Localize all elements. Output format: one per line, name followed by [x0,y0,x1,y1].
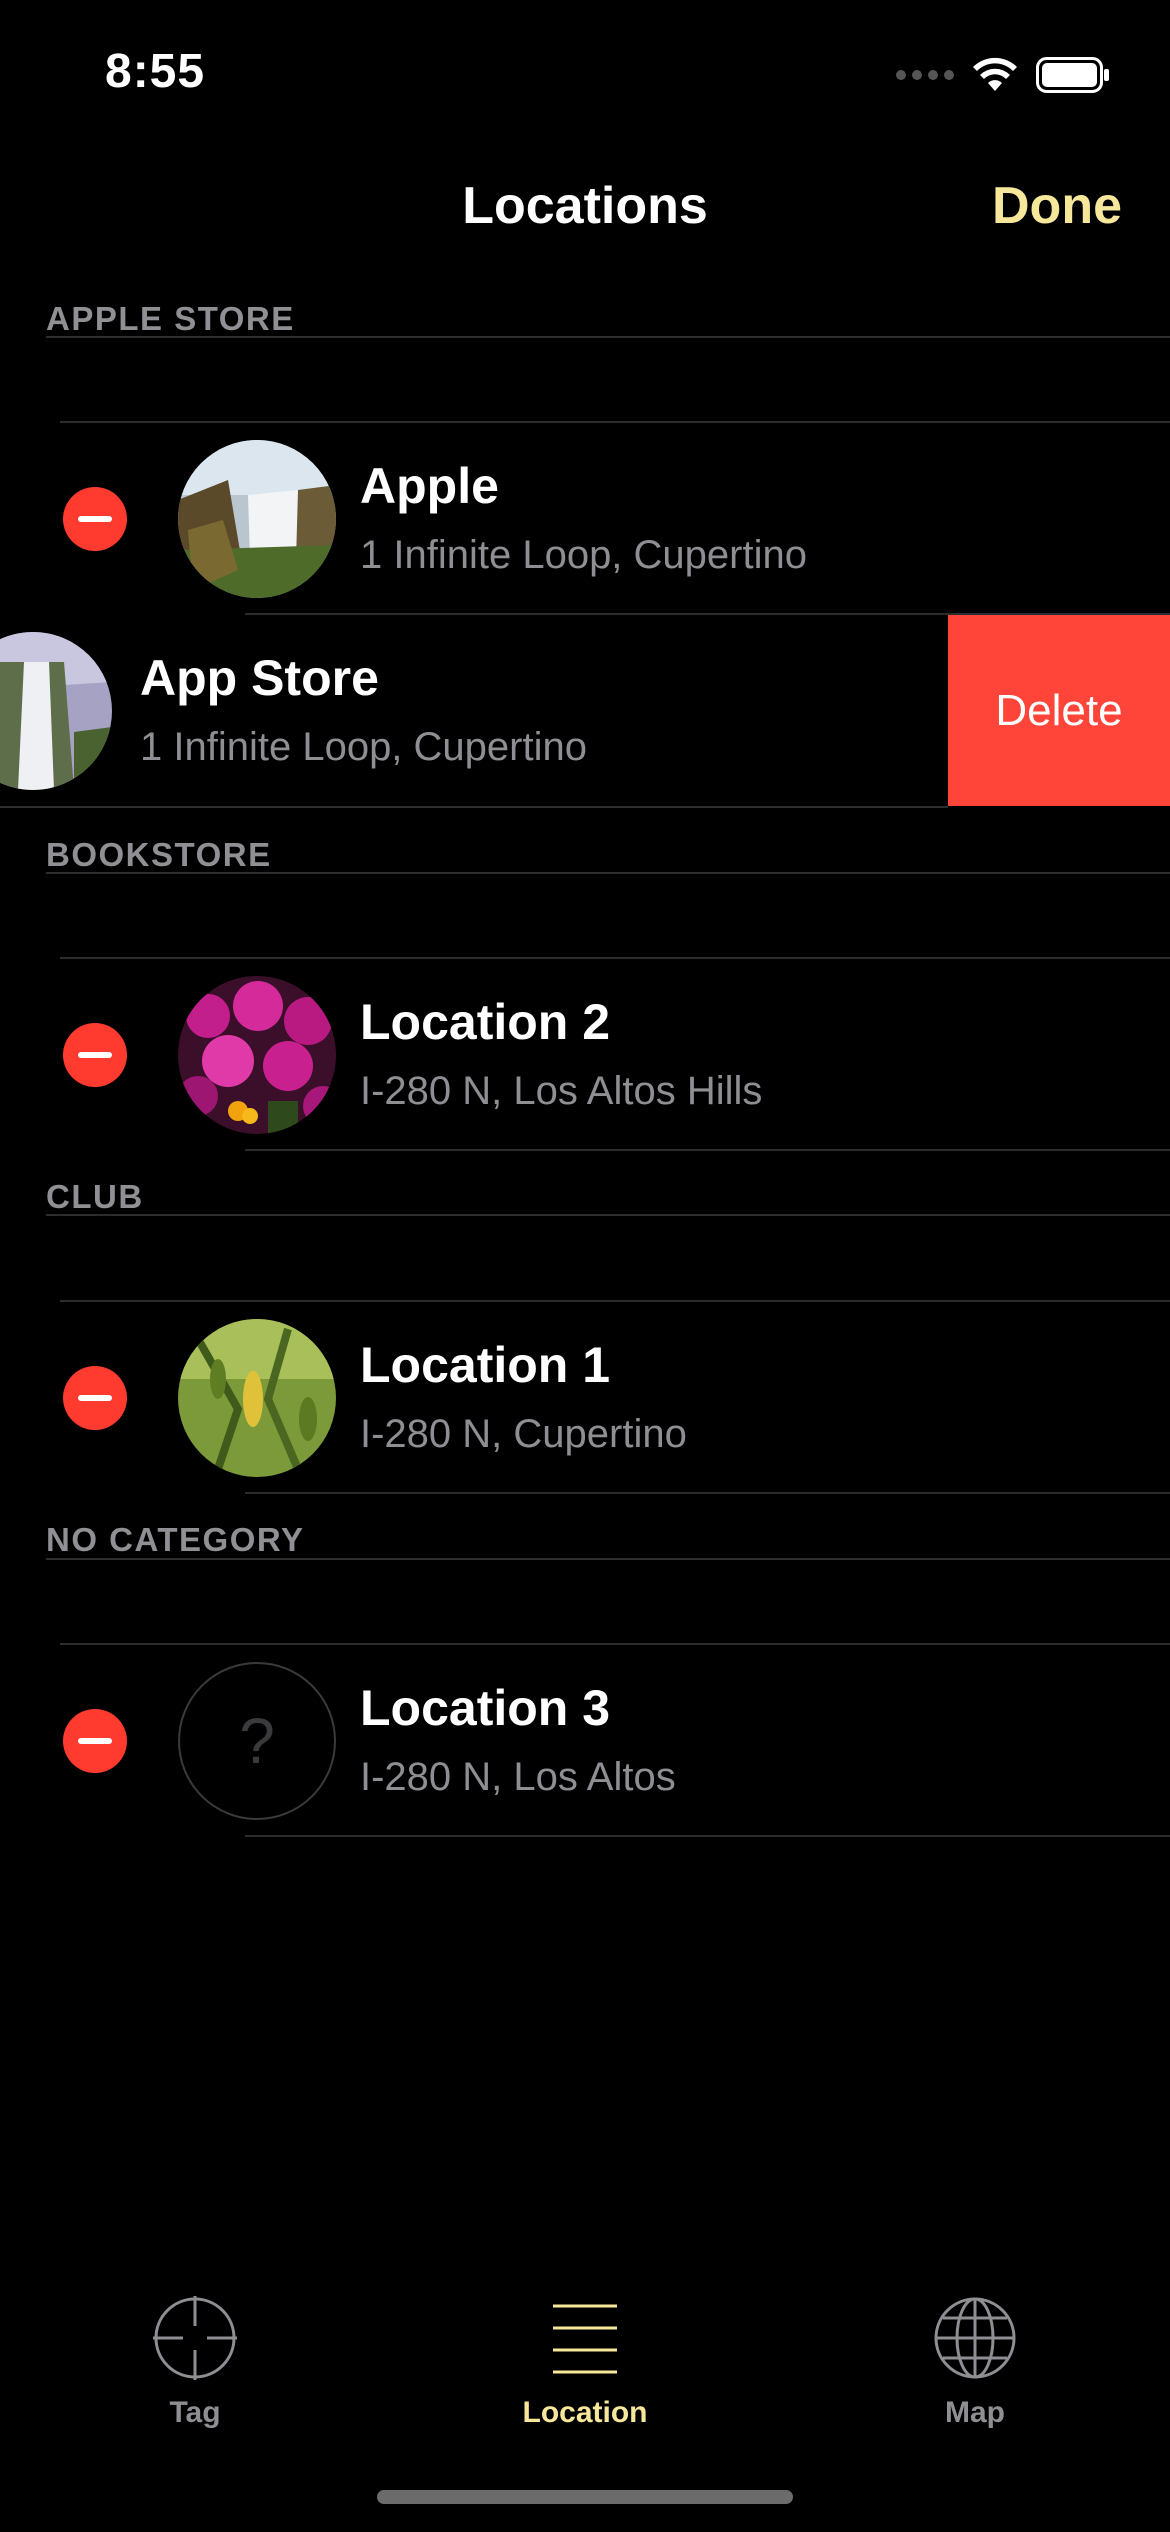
location-row-apple[interactable]: Apple 1 Infinite Loop, Cupertino [0,423,1170,613]
section-divider [46,336,1170,338]
leaves-thumbnail [178,1319,336,1477]
row-subtitle: I-280 N, Los Altos [360,1755,676,1799]
flowers-thumbnail [178,976,336,1134]
location-row-location-1[interactable]: Location 1 I-280 N, Cupertino [0,1302,1170,1492]
cellular-signal-icon [896,70,954,80]
delete-minus-icon[interactable] [63,1709,127,1773]
waterfall-thumbnail [0,632,112,790]
row-divider [245,1492,1170,1494]
tab-location[interactable]: Location [435,2296,735,2430]
section-header-bookstore: BOOKSTORE [46,836,272,873]
tab-label: Location [522,2396,648,2429]
status-icons [896,50,1110,100]
section-divider [46,1214,1170,1216]
tab-map[interactable]: Map [825,2296,1125,2430]
row-subtitle: 1 Infinite Loop, Cupertino [140,725,587,769]
tab-tag[interactable]: Tag [45,2296,345,2430]
row-divider [245,1835,1170,1837]
row-subtitle: I-280 N, Los Altos Hills [360,1069,763,1113]
swipe-delete-button[interactable]: Delete [948,615,1170,806]
row-title: Location 1 [360,1337,611,1393]
section-header-club: CLUB [46,1178,144,1215]
waterfall-thumbnail [178,440,336,598]
globe-icon [934,2297,1016,2379]
battery-icon [1036,57,1109,93]
question-mark-icon: ? [178,1662,336,1820]
home-indicator[interactable] [377,2490,793,2504]
section-divider [46,872,1170,874]
delete-minus-icon[interactable] [63,1366,127,1430]
list-lines-icon [553,2304,617,2374]
delete-minus-icon[interactable] [63,1023,127,1087]
row-title: Location 2 [360,994,611,1050]
status-time: 8:55 [105,45,206,98]
row-title: App Store [140,650,379,706]
wifi-icon [973,57,1017,91]
row-divider [0,806,948,808]
section-header-apple-store: APPLE STORE [46,300,295,337]
row-divider [245,1149,1170,1151]
section-header-no-category: NO CATEGORY [46,1521,305,1558]
row-title: Location 3 [360,1680,611,1736]
row-title: Apple [360,458,499,514]
row-subtitle: 1 Infinite Loop, Cupertino [360,533,807,577]
done-button[interactable]: Done [992,176,1122,236]
tab-label: Map [945,2396,1005,2429]
tab-label: Tag [169,2396,221,2429]
crosshair-icon [153,2296,237,2380]
location-row-location-3[interactable]: ? Location 3 I-280 N, Los Altos [0,1645,1170,1835]
delete-minus-icon[interactable] [63,487,127,551]
location-row-location-2[interactable]: Location 2 I-280 N, Los Altos Hills [0,959,1170,1149]
section-divider [46,1558,1170,1560]
location-row-app-store[interactable]: App Store 1 Infinite Loop, Cupertino [0,615,948,806]
row-subtitle: I-280 N, Cupertino [360,1412,687,1456]
